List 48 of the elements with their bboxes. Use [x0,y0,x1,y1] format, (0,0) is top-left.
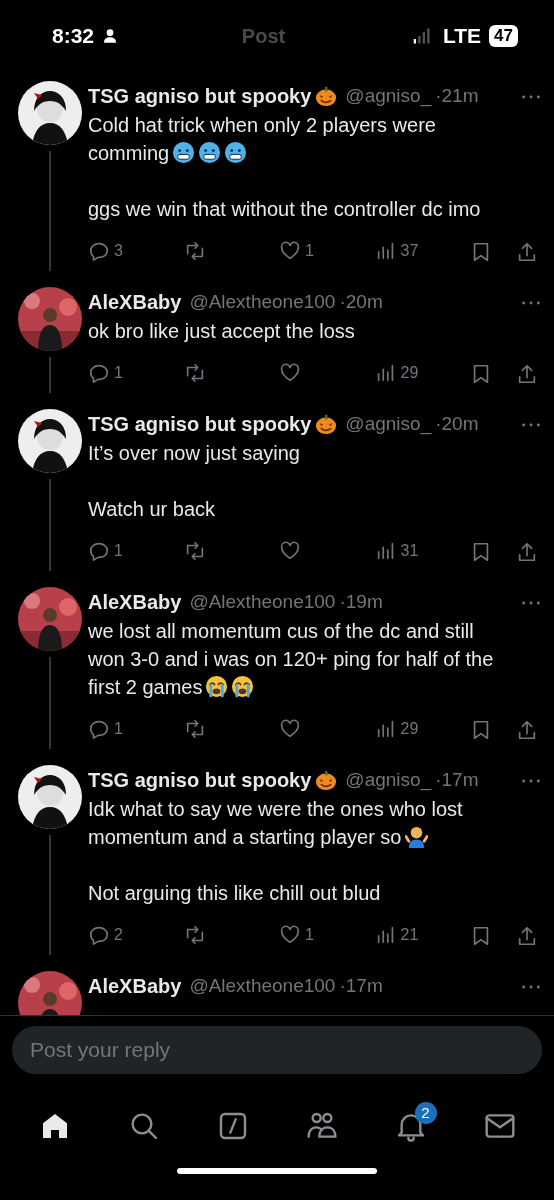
post-text: comming [88,142,170,164]
author-handle[interactable]: @Alextheone100 [189,587,336,617]
author-handle[interactable]: @agniso_ [345,409,432,439]
battery-indicator: 47 [489,24,518,47]
reply-button[interactable]: 1 [88,717,134,741]
author-name[interactable]: AleXBaby [88,587,182,617]
post-text: won 3-0 and i was on 120+ ping for half of the [88,648,494,670]
reply-button[interactable]: 1 [88,539,134,563]
reply-button[interactable]: 1 [88,361,134,385]
post-time: ·20m [339,289,383,314]
views-button[interactable]: 37 [374,239,421,263]
author-name[interactable]: AleXBaby [88,287,182,317]
reply-button[interactable]: 2 [88,923,134,947]
header-title: Post [240,23,287,49]
network-label: LTE [442,22,482,49]
reply-field[interactable]: Post your reply [12,1026,542,1074]
views-button[interactable]: 29 [374,717,421,741]
post-text: momentum and a starting player so [88,826,402,848]
post-time: ·17m [435,767,479,792]
author-name[interactable]: TSG agniso but spooky [88,765,312,795]
like-button[interactable]: 1 [279,923,325,947]
post-text: ggs we win that without the controller dc imo [88,198,481,220]
post-text: Watch ur back [88,498,216,520]
author-handle[interactable]: @Alextheone100 [189,971,336,1001]
views-button[interactable]: 21 [374,923,421,947]
post-text: Idk what to say we were the ones who lost [88,798,463,820]
post-time: ·20m [435,411,479,436]
views-button[interactable]: 29 [374,361,421,385]
post-text: It’s over now just saying [88,442,300,464]
views-button[interactable]: 31 [374,539,421,563]
author-name[interactable]: AleXBaby [88,971,182,1001]
post-time: ·21m [435,83,479,108]
author-handle[interactable]: @Alextheone100 [189,287,336,317]
post-time: ·19m [339,589,383,614]
notification-badge: 2 [414,1102,437,1124]
post-text: Not arguing this like chill out blud [88,882,381,904]
like-button[interactable]: 1 [279,239,325,263]
author-handle[interactable]: @agniso_ [345,765,432,795]
author-name[interactable]: TSG agniso but spooky [88,81,312,111]
post-text: ok bro like just accept the loss [88,320,355,342]
post-text: first 2 games [88,676,203,698]
reply-button[interactable]: 3 [88,239,134,263]
post-text: Cold hat trick when only 2 players were [88,114,436,136]
post-text: we lost all momentum cus of the dc and still [88,620,474,642]
post-time: ·17m [339,973,383,998]
author-name[interactable]: TSG agniso but spooky [88,409,312,439]
status-time: 8:32 [52,22,95,49]
author-handle[interactable]: @agniso_ [345,81,432,111]
